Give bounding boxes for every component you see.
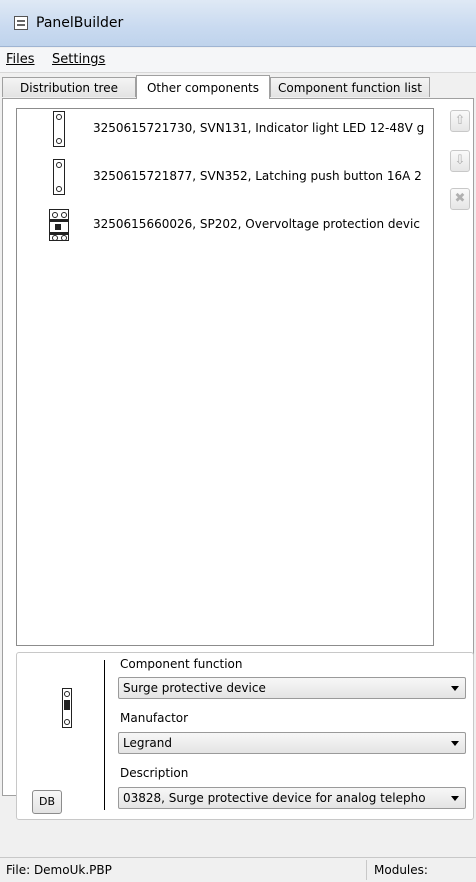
chevron-down-icon xyxy=(451,686,459,691)
status-bar: File: DemoUk.PBP Modules: xyxy=(0,857,476,882)
db-button[interactable]: DB xyxy=(32,790,62,814)
list-item[interactable]: 3250615721730, SVN131, Indicator light L… xyxy=(17,109,433,149)
chevron-down-icon xyxy=(451,741,459,746)
selected-component-symbol-icon xyxy=(62,688,72,728)
overvoltage-protection-symbol-icon xyxy=(49,209,69,241)
list-item[interactable]: 3250615721877, SVN352, Latching push but… xyxy=(17,157,433,197)
description-label: Description xyxy=(120,766,189,780)
tab-distribution-tree[interactable]: Distribution tree xyxy=(2,77,136,97)
push-button-symbol-icon xyxy=(53,159,65,195)
move-down-button[interactable]: ⇩ xyxy=(450,150,470,172)
component-list[interactable]: 3250615721730, SVN131, Indicator light L… xyxy=(16,108,434,646)
description-select[interactable]: 03828, Surge protective device for analo… xyxy=(118,787,466,809)
chevron-down-icon xyxy=(451,796,459,801)
list-item-label: 3250615721877, SVN352, Latching push but… xyxy=(93,169,422,183)
status-file: File: DemoUk.PBP xyxy=(6,863,112,877)
arrow-down-icon: ⇩ xyxy=(454,153,466,168)
component-function-select[interactable]: Surge protective device xyxy=(118,677,466,699)
menu-bar: Files Settings xyxy=(0,48,476,73)
status-separator xyxy=(366,860,367,880)
move-up-button[interactable]: ⇧ xyxy=(450,110,470,132)
description-value: 03828, Surge protective device for analo… xyxy=(123,791,426,805)
component-function-value: Surge protective device xyxy=(123,681,266,695)
list-item-label: 3250615660026, SP202, Overvoltage protec… xyxy=(93,217,420,231)
delete-button[interactable]: ✖ xyxy=(450,188,470,210)
title-bar: PanelBuilder xyxy=(0,0,476,47)
manufacturer-label: Manufactor xyxy=(120,711,189,725)
menu-files[interactable]: Files xyxy=(6,52,35,67)
tab-strip: Distribution tree Other components Compo… xyxy=(0,75,476,99)
list-item-label: 3250615721730, SVN131, Indicator light L… xyxy=(93,121,425,135)
indicator-light-symbol-icon xyxy=(53,111,65,147)
component-function-label: Component function xyxy=(120,657,243,671)
manufacturer-select[interactable]: Legrand xyxy=(118,732,466,754)
tab-component-function-list[interactable]: Component function list xyxy=(270,77,430,97)
menu-settings-label: Settings xyxy=(52,52,106,67)
manufacturer-value: Legrand xyxy=(123,736,172,750)
menu-files-label: Files xyxy=(6,52,35,67)
details-divider xyxy=(104,660,105,810)
status-modules: Modules: xyxy=(374,863,428,877)
delete-icon: ✖ xyxy=(454,191,466,206)
menu-settings[interactable]: Settings xyxy=(52,52,105,67)
app-icon xyxy=(14,16,28,30)
tab-other-components[interactable]: Other components xyxy=(136,75,270,99)
arrow-up-icon: ⇧ xyxy=(454,113,466,128)
window-title: PanelBuilder xyxy=(36,15,124,31)
list-item[interactable]: 3250615660026, SP202, Overvoltage protec… xyxy=(17,205,433,245)
